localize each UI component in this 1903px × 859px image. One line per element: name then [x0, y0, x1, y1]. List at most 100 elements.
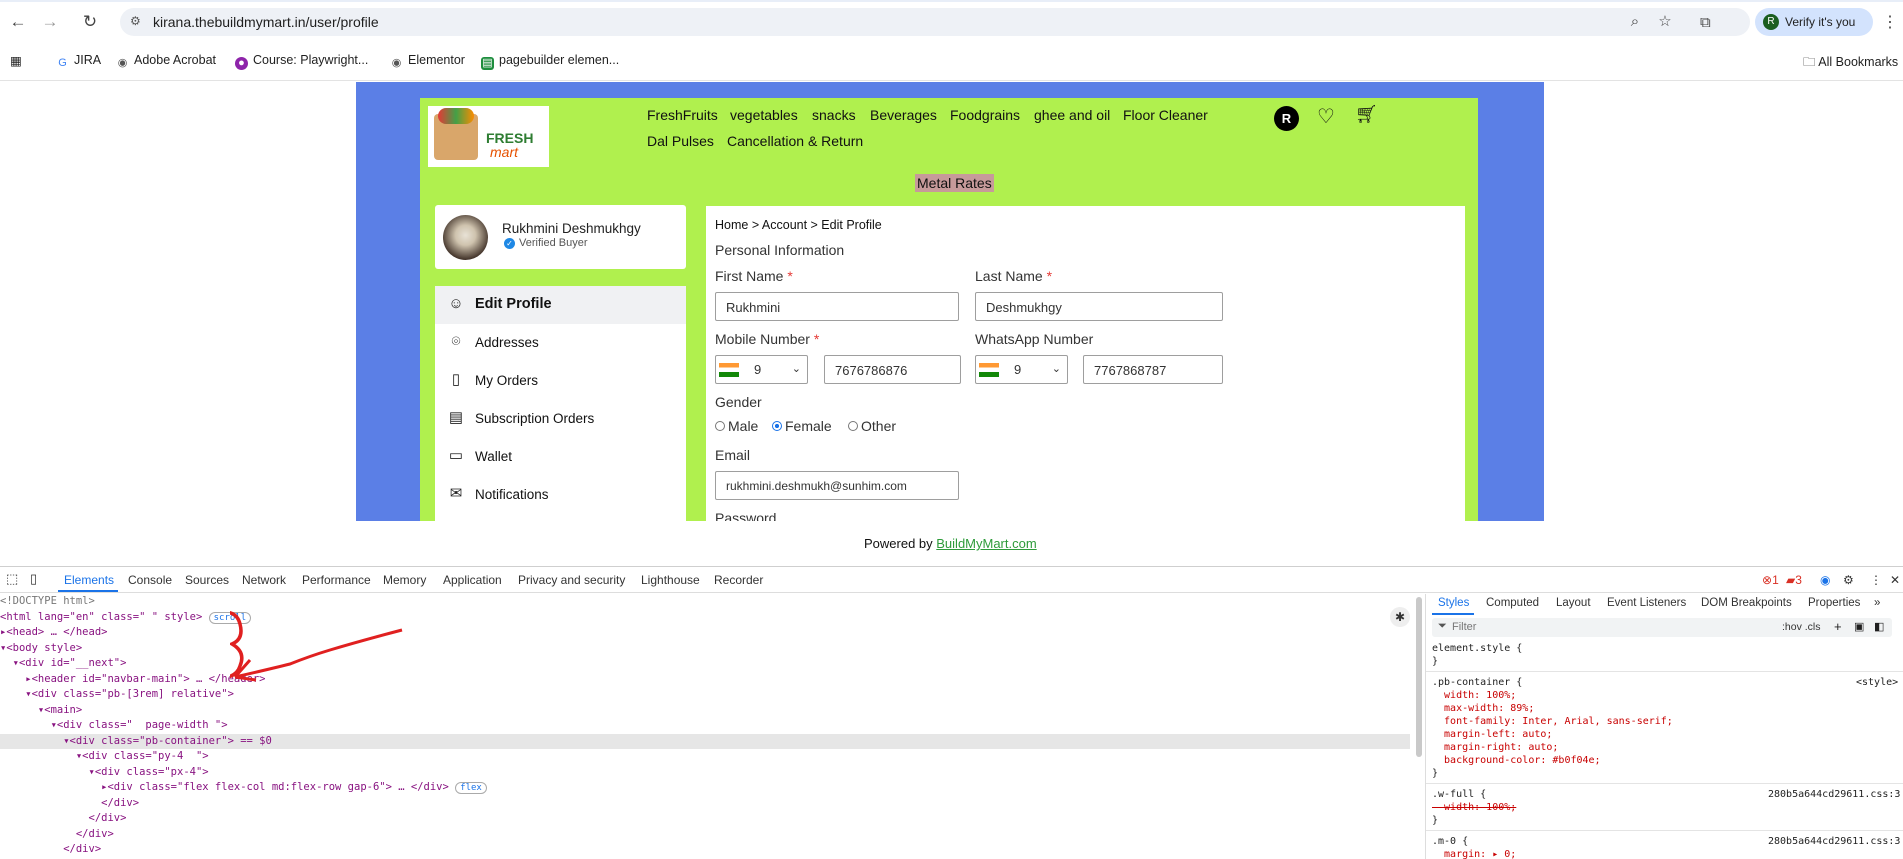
tab-event-listeners[interactable]: Event Listeners	[1607, 597, 1686, 609]
css-prop-overridden[interactable]: width: 100%;	[1432, 801, 1516, 814]
user-avatar[interactable]: R	[1274, 106, 1299, 131]
bookmark-elementor[interactable]: ◉ Elementor	[390, 53, 465, 70]
css-source[interactable]: 280b5a644cd29611.css:3	[1768, 788, 1900, 801]
bookmark-adobe[interactable]: ◉ Adobe Acrobat	[116, 53, 216, 70]
css-prop[interactable]: font-family: Inter, Arial, sans-serif;	[1432, 715, 1673, 728]
dom-line[interactable]: ▾<div class="py-4 ">	[0, 749, 1410, 765]
ai-assistant-icon[interactable]: ◉	[1820, 573, 1830, 587]
tab-lighthouse[interactable]: Lighthouse	[641, 573, 700, 587]
address-bar[interactable]: ⚙ kirana.thebuildmymart.in/user/profile …	[120, 8, 1750, 36]
css-source[interactable]: <style>	[1856, 676, 1898, 689]
star-icon[interactable]: ☆	[1655, 12, 1675, 32]
settings-gear-icon[interactable]: ⚙	[1843, 573, 1854, 587]
error-count[interactable]: ⊗1	[1762, 573, 1779, 587]
site-logo[interactable]: FRESH mart	[428, 106, 549, 167]
tab-elements[interactable]: Elements	[64, 573, 114, 587]
dom-line[interactable]: <html lang="en" class=" " style> scroll	[0, 610, 1410, 626]
sidebar-item-addresses[interactable]: ⌾ Addresses	[435, 324, 686, 362]
bookmark-course[interactable]: ● Course: Playwright...	[235, 53, 368, 70]
tab-recorder[interactable]: Recorder	[714, 573, 763, 587]
gender-female-radio[interactable]: Female	[772, 418, 832, 434]
apps-icon[interactable]: ▦	[10, 53, 22, 68]
css-prop[interactable]: background-color: #b0f04e;	[1432, 754, 1601, 767]
menu-vegetables[interactable]: vegetables	[730, 107, 798, 123]
dom-line[interactable]: ▸<header id="navbar-main"> … </header>	[0, 672, 1410, 688]
verify-button[interactable]: R Verify it's you	[1755, 8, 1873, 36]
dom-line[interactable]: <!DOCTYPE html>	[0, 594, 1410, 610]
dom-line[interactable]: ▾<body style>	[0, 641, 1410, 657]
css-prop[interactable]: width: 100%;	[1432, 689, 1516, 702]
css-prop[interactable]: margin-right: auto;	[1432, 741, 1558, 754]
bookmark-jira[interactable]: G JIRA	[56, 53, 101, 70]
dom-line[interactable]: ▸<div class="flex flex-col md:flex-row g…	[0, 780, 1410, 796]
css-prop[interactable]: margin-left: auto;	[1432, 728, 1552, 741]
gender-male-radio[interactable]: Male	[715, 418, 758, 434]
url-text[interactable]: kirana.thebuildmymart.in/user/profile	[153, 14, 379, 30]
menu-freshfruits[interactable]: FreshFruits	[647, 107, 718, 123]
all-bookmarks[interactable]: 🗀 All Bookmarks	[1803, 53, 1898, 74]
menu-ghee-oil[interactable]: ghee and oil	[1034, 107, 1110, 123]
tab-performance[interactable]: Performance	[302, 573, 371, 587]
dom-line[interactable]: </div>	[0, 842, 1410, 858]
tab-sources[interactable]: Sources	[185, 573, 229, 587]
powered-link[interactable]: BuildMyMart.com	[936, 536, 1036, 551]
tab-memory[interactable]: Memory	[383, 573, 426, 587]
tab-privacy[interactable]: Privacy and security	[518, 573, 625, 587]
dom-line[interactable]: </div>	[0, 811, 1410, 827]
reload-icon[interactable]: ↻	[80, 12, 100, 32]
tab-styles[interactable]: Styles	[1438, 597, 1469, 609]
first-name-input[interactable]: Rukhmini	[715, 292, 959, 321]
styles-filter-input[interactable]: ⏷ Filter :hov .cls + ▣ ◧	[1432, 618, 1892, 637]
hov-cls-toggle[interactable]: :hov .cls	[1782, 621, 1821, 633]
devtools-menu-icon[interactable]: ⋮	[1870, 573, 1882, 587]
close-icon[interactable]: ✕	[1890, 573, 1900, 587]
sidebar-item-edit-profile[interactable]: ☺ Edit Profile	[435, 286, 686, 324]
email-input[interactable]: rukhmini.deshmukh@sunhim.com	[715, 471, 959, 500]
dom-line[interactable]: </div>	[0, 827, 1410, 843]
add-rule-icon[interactable]: +	[1834, 619, 1842, 634]
zoom-icon[interactable]: ⌕	[1625, 12, 1645, 32]
dom-line[interactable]: ▾<div id="__next">	[0, 656, 1410, 672]
dom-line[interactable]: </div>	[0, 796, 1410, 812]
dom-line[interactable]: ▾<main>	[0, 703, 1410, 719]
menu-cancellation[interactable]: Cancellation & Return	[727, 133, 863, 149]
sidebar-item-notifications[interactable]: ✉ Notifications	[435, 476, 686, 514]
paint-icon[interactable]: ▣	[1854, 620, 1864, 633]
cart-icon[interactable]: 🛒︎	[1355, 104, 1378, 125]
tab-network[interactable]: Network	[242, 573, 286, 587]
tab-computed[interactable]: Computed	[1486, 597, 1539, 609]
dom-scrollbar[interactable]	[1416, 597, 1422, 757]
sidebar-toggle-icon[interactable]: ◧	[1874, 620, 1884, 633]
dom-line[interactable]: ▸<head> … </head>	[0, 625, 1410, 641]
wishlist-heart-icon[interactable]: ♡	[1317, 104, 1335, 129]
sidebar-item-subscription-orders[interactable]: ▤ Subscription Orders	[435, 400, 686, 438]
css-source[interactable]: 280b5a644cd29611.css:3	[1768, 835, 1900, 848]
tab-layout[interactable]: Layout	[1556, 597, 1591, 609]
menu-dal-pulses[interactable]: Dal Pulses	[647, 133, 714, 149]
dom-line-selected[interactable]: ▾<div class="pb-container"> == $0	[0, 733, 1410, 749]
site-info-icon[interactable]: ⚙	[130, 14, 144, 28]
sidebar-item-wallet[interactable]: ▭ Wallet	[435, 438, 686, 476]
menu-foodgrains[interactable]: Foodgrains	[950, 107, 1020, 123]
warning-count[interactable]: ▰3	[1786, 573, 1802, 587]
dom-line[interactable]: ▾<div class="pb-[3rem] relative">	[0, 687, 1410, 703]
whatsapp-input[interactable]: 7767868787	[1083, 355, 1223, 384]
menu-snacks[interactable]: snacks	[812, 107, 856, 123]
gender-other-radio[interactable]: Other	[848, 418, 896, 434]
forward-icon[interactable]: →	[40, 12, 60, 32]
dom-line[interactable]: ▾<div class="px-4">	[0, 765, 1410, 781]
css-prop[interactable]: margin: ▸ 0;	[1432, 848, 1516, 859]
accessibility-icon[interactable]: ✱	[1390, 607, 1410, 627]
tab-console[interactable]: Console	[128, 573, 172, 587]
extensions-icon[interactable]: ⧉	[1700, 14, 1711, 31]
mobile-input[interactable]: 7676786876	[824, 355, 961, 384]
menu-floor-cleaner[interactable]: Floor Cleaner	[1123, 107, 1208, 123]
sidebar-item-my-orders[interactable]: ▯ My Orders	[435, 362, 686, 400]
mobile-country-code-select[interactable]: 9 ⌄	[715, 355, 808, 384]
whatsapp-country-code-select[interactable]: 9 ⌄	[975, 355, 1068, 384]
last-name-input[interactable]: Deshmukhgy	[975, 292, 1223, 321]
tab-application[interactable]: Application	[443, 573, 502, 587]
tab-properties[interactable]: Properties	[1808, 597, 1860, 609]
kebab-menu-icon[interactable]: ⋮	[1882, 12, 1898, 32]
css-prop[interactable]: max-width: 89%;	[1432, 702, 1534, 715]
